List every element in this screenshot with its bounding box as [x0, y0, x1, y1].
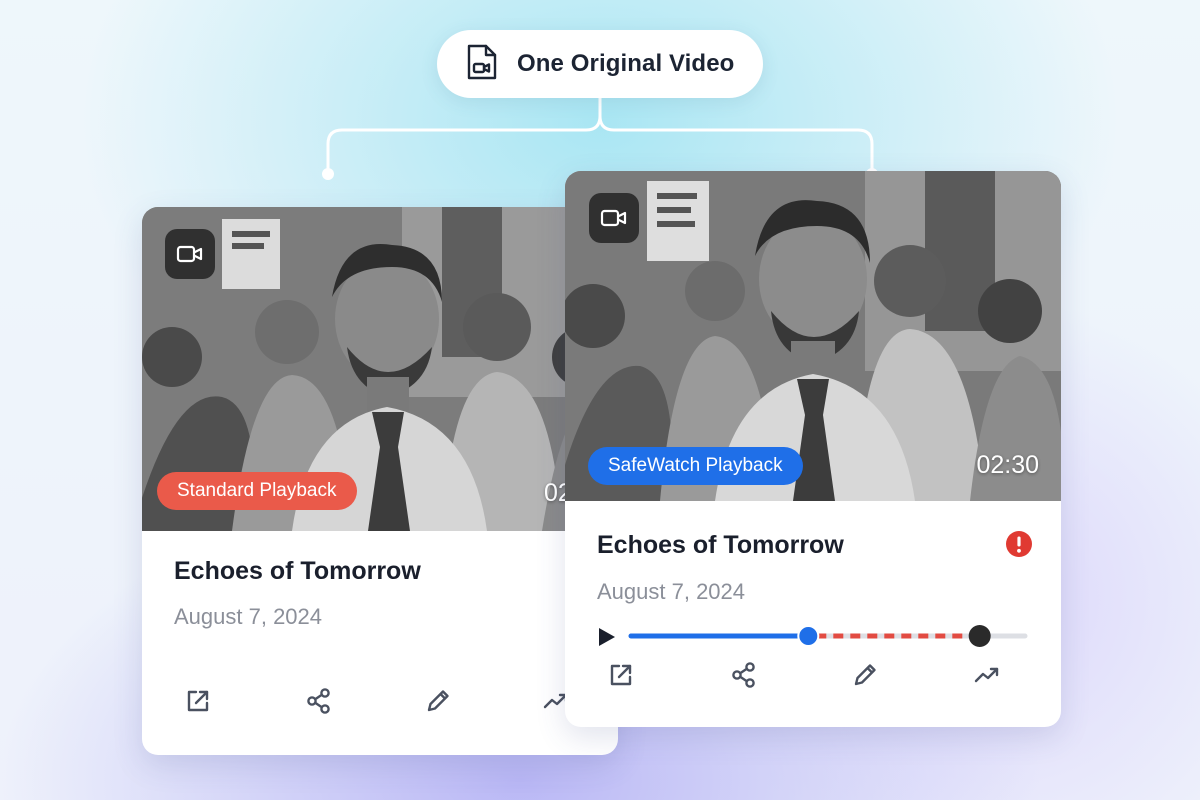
- edit-icon[interactable]: [849, 659, 881, 691]
- trending-icon[interactable]: [971, 659, 1003, 691]
- safewatch-playback-card[interactable]: SafeWatch Playback 02:30 Echoes of Tomor…: [565, 171, 1061, 727]
- video-camera-icon: [176, 245, 203, 263]
- video-title: Echoes of Tomorrow: [597, 531, 844, 559]
- camera-badge: [589, 193, 639, 243]
- original-video-pill: One Original Video: [437, 30, 763, 98]
- video-camera-icon: [600, 209, 627, 227]
- card-actions: [565, 659, 1061, 699]
- original-video-label: One Original Video: [517, 50, 735, 77]
- video-duration: 02:30: [976, 451, 1039, 479]
- video-file-icon: [465, 42, 499, 87]
- timeline-playhead: [797, 625, 820, 647]
- safewatch-playback-badge: SafeWatch Playback: [588, 447, 803, 485]
- video-thumbnail[interactable]: Standard Playback 02:30: [142, 207, 618, 531]
- card-actions: [142, 685, 618, 725]
- alert-circle-icon[interactable]: [1005, 530, 1033, 558]
- video-date: August 7, 2024: [174, 604, 323, 629]
- connector-dot-left: [322, 168, 334, 180]
- open-external-icon[interactable]: [182, 685, 214, 717]
- share-icon[interactable]: [728, 659, 760, 691]
- camera-badge: [165, 229, 215, 279]
- video-date: August 7, 2024: [597, 579, 746, 604]
- share-icon[interactable]: [303, 685, 335, 717]
- open-external-icon[interactable]: [605, 659, 637, 691]
- standard-playback-card[interactable]: Standard Playback 02:30 Echoes of Tomorr…: [142, 207, 618, 755]
- video-title: Echoes of Tomorrow: [174, 557, 421, 585]
- edit-icon[interactable]: [422, 685, 454, 717]
- standard-playback-badge: Standard Playback: [157, 472, 357, 510]
- playback-timeline[interactable]: [565, 611, 1061, 661]
- video-thumbnail[interactable]: SafeWatch Playback 02:30: [565, 171, 1061, 501]
- timeline-flag-end-handle: [968, 625, 991, 647]
